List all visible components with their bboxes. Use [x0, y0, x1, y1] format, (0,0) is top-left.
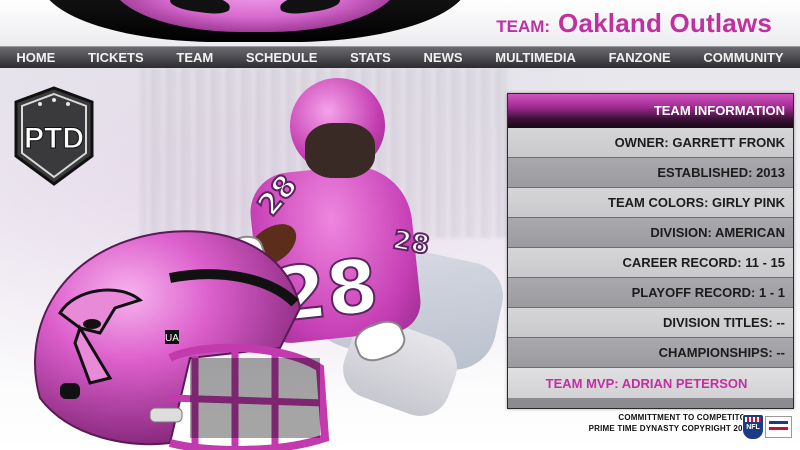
panel-title: TEAM INFORMATION: [653, 103, 785, 118]
info-row-championships: CHAMPIONSHIPS: --: [508, 338, 793, 368]
info-row-established: ESTABLISHED: 2013: [508, 158, 793, 188]
pink-football-helmet-icon: UA: [20, 208, 360, 450]
ptd-shield-badge-icon: PTD: [10, 84, 98, 188]
team-title: TEAM: Oakland Outlaws: [496, 8, 772, 42]
sleeve-number-right: 28: [390, 224, 433, 262]
nflpa-icon: [765, 416, 792, 438]
info-row-division: DIVISION: AMERICAN: [508, 218, 793, 248]
footer-line-1: COMMITTMENT TO COMPETITON: [618, 413, 752, 422]
panel-header: TEAM INFORMATION: [508, 94, 793, 128]
svg-text:UA: UA: [165, 333, 179, 344]
outlaw-skull-logo-icon: [40, 0, 470, 42]
ptd-badge-text: PTD: [24, 122, 84, 155]
info-rows: OWNER: GARRETT FRONK ESTABLISHED: 2013 T…: [508, 128, 793, 398]
info-row-team-colors: TEAM COLORS: GIRLY PINK: [508, 188, 793, 218]
info-row-division-titles: DIVISION TITLES: --: [508, 308, 793, 338]
nav-stats[interactable]: STATS: [350, 50, 391, 65]
header-bar: TEAM: Oakland Outlaws: [0, 0, 800, 46]
nav-community[interactable]: COMMUNITY: [703, 50, 783, 65]
info-row-team-mvp[interactable]: TEAM MVP: ADRIAN PETERSON: [508, 368, 793, 398]
nav-team[interactable]: TEAM: [176, 50, 213, 65]
info-row-owner: OWNER: GARRETT FRONK: [508, 128, 793, 158]
footer-line-2: PRIME TIME DYNASTY COPYRIGHT 2015: [588, 424, 752, 433]
nfl-shield-icon: NFL: [742, 414, 764, 440]
main-nav: HOME TICKETS TEAM SCHEDULE STATS NEWS MU…: [0, 46, 800, 69]
nav-fanzone[interactable]: FANZONE: [609, 50, 671, 65]
nav-news[interactable]: NEWS: [424, 50, 463, 65]
team-prefix: TEAM:: [496, 17, 551, 36]
footer-credits: COMMITTMENT TO COMPETITON PRIME TIME DYN…: [589, 412, 752, 434]
team-info-panel: TEAM INFORMATION OWNER: GARRETT FRONK ES…: [507, 93, 794, 409]
nav-tickets[interactable]: TICKETS: [88, 50, 144, 65]
nav-schedule[interactable]: SCHEDULE: [246, 50, 318, 65]
nfl-label: NFL: [746, 424, 760, 431]
nav-multimedia[interactable]: MULTIMEDIA: [495, 50, 576, 65]
nav-home[interactable]: HOME: [16, 50, 55, 65]
info-row-career-record: CAREER RECORD: 11 - 15: [508, 248, 793, 278]
team-name: Oakland Outlaws: [558, 8, 772, 38]
info-row-playoff-record: PLAYOFF RECORD: 1 - 1: [508, 278, 793, 308]
